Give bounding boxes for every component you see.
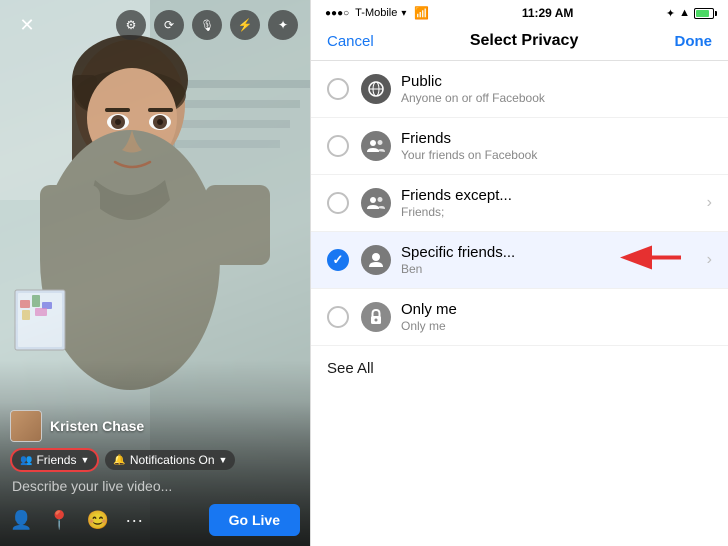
avatar (10, 410, 42, 442)
specific-friends-text: Specific friends... Ben (401, 244, 699, 276)
tag-person-icon[interactable]: 👤 (10, 510, 32, 531)
camera-flip-button[interactable]: ⟳ (154, 10, 184, 40)
lock-icon (361, 302, 391, 332)
effects-icon: ✦ (278, 18, 288, 32)
more-options-icon[interactable]: ··· (125, 510, 143, 531)
friends-icon: 👥 (20, 455, 32, 466)
radio-friends-except (327, 192, 349, 214)
status-left: ●●●○ T-Mobile ▾ 📶 (325, 6, 429, 20)
avatar-image (11, 411, 41, 441)
radio-only-me (327, 306, 349, 328)
wifi-icon: 📶 (414, 6, 429, 20)
privacy-label: Friends (36, 453, 76, 467)
close-icon: ✕ (19, 15, 34, 36)
chevron-friends-except: › (707, 194, 712, 212)
friends-except-title: Friends except... (401, 187, 699, 204)
status-right: ✦ ▲ (666, 7, 714, 20)
notifications-label: Notifications On (130, 453, 215, 467)
battery-icon (694, 8, 714, 19)
modal-title: Select Privacy (470, 32, 579, 50)
mic-icon: 🎙 (200, 19, 214, 32)
mic-button[interactable]: 🎙 (192, 10, 222, 40)
public-title: Public (401, 73, 712, 90)
bluetooth-icon: ✦ (666, 7, 675, 20)
privacy-item-specific-friends[interactable]: ✓ Specific friends... Ben (311, 232, 728, 289)
camera-bottom-bar: Kristen Chase 👥 Friends ▼ 🔔 Notification… (0, 402, 310, 546)
camera-toolbar: ✕ ⚙ ⟳ 🎙 ⚡ ✦ (0, 10, 310, 40)
privacy-item-only-me[interactable]: Only me Only me (311, 289, 728, 346)
radio-public (327, 78, 349, 100)
only-me-item-text: Only me Only me (401, 301, 712, 333)
carrier-dots: ●●●○ (325, 8, 349, 19)
flash-button[interactable]: ⚡ (230, 10, 260, 40)
privacy-pill[interactable]: 👥 Friends ▼ (10, 448, 99, 472)
flash-icon: ⚡ (238, 18, 253, 32)
specific-friends-icon (361, 245, 391, 275)
friends-title: Friends (401, 130, 712, 147)
battery-fill (696, 10, 709, 17)
friends-people-icon (361, 131, 391, 161)
bell-icon: 🔔 (113, 455, 125, 466)
toolbar-right: ⚙ ⟳ 🎙 ⚡ ✦ (116, 10, 298, 40)
checkmark-icon: ✓ (333, 252, 344, 268)
friends-item-text: Friends Your friends on Facebook (401, 130, 712, 162)
carrier-name: T-Mobile (355, 7, 397, 19)
modal-header: Cancel Select Privacy Done (311, 24, 728, 61)
user-info: Kristen Chase (10, 410, 300, 442)
close-button[interactable]: ✕ (12, 10, 42, 40)
radio-specific-friends: ✓ (327, 249, 349, 271)
camera-icon: ⟳ (164, 18, 174, 32)
describe-input[interactable]: Describe your live video... (10, 478, 300, 494)
chevron-specific-friends: › (707, 251, 712, 269)
status-time: 11:29 AM (522, 6, 574, 20)
location-icon[interactable]: 📍 (48, 510, 70, 531)
globe-icon (361, 74, 391, 104)
dropdown-icon2: ▼ (219, 455, 228, 465)
only-me-subtitle: Only me (401, 319, 712, 333)
done-button[interactable]: Done (674, 33, 712, 50)
action-icons: 👤 📍 😊 ··· (10, 510, 143, 531)
signal-icon: ▾ (401, 8, 406, 19)
specific-friends-subtitle: Ben (401, 262, 699, 276)
public-subtitle: Anyone on or off Facebook (401, 91, 712, 105)
friends-subtitle: Your friends on Facebook (401, 148, 712, 162)
notifications-pill[interactable]: 🔔 Notifications On ▼ (105, 450, 235, 470)
privacy-row: 👥 Friends ▼ 🔔 Notifications On ▼ (10, 448, 300, 472)
cancel-button[interactable]: Cancel (327, 33, 374, 50)
status-bar: ●●●○ T-Mobile ▾ 📶 11:29 AM ✦ ▲ (311, 0, 728, 24)
user-name: Kristen Chase (50, 418, 144, 434)
friends-except-icon (361, 188, 391, 218)
friends-except-subtitle: Friends; (401, 205, 699, 219)
signal-strength-icon: ▲ (679, 7, 690, 19)
settings-icon: ⚙ (126, 18, 137, 32)
friends-except-item-text: Friends except... Friends; (401, 187, 699, 219)
privacy-list: Public Anyone on or off Facebook Friends… (311, 61, 728, 546)
privacy-item-public[interactable]: Public Anyone on or off Facebook (311, 61, 728, 118)
privacy-item-friends[interactable]: Friends Your friends on Facebook (311, 118, 728, 175)
only-me-title: Only me (401, 301, 712, 318)
privacy-item-friends-except[interactable]: Friends except... Friends; › (311, 175, 728, 232)
effects-button[interactable]: ✦ (268, 10, 298, 40)
settings-button[interactable]: ⚙ (116, 10, 146, 40)
see-all-link[interactable]: See All (311, 346, 728, 391)
privacy-panel: ●●●○ T-Mobile ▾ 📶 11:29 AM ✦ ▲ Cancel Se… (311, 0, 728, 546)
emoji-icon[interactable]: 😊 (87, 510, 109, 531)
dropdown-icon: ▼ (80, 455, 89, 465)
radio-friends (327, 135, 349, 157)
bottom-actions: 👤 📍 😊 ··· Go Live (10, 504, 300, 536)
specific-friends-title: Specific friends... (401, 244, 699, 261)
public-item-text: Public Anyone on or off Facebook (401, 73, 712, 105)
go-live-button[interactable]: Go Live (209, 504, 300, 536)
camera-panel: ✕ ⚙ ⟳ 🎙 ⚡ ✦ Kristen Cha (0, 0, 310, 546)
toolbar-left: ✕ (12, 10, 42, 40)
